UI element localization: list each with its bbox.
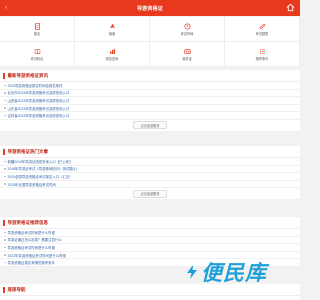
list-item[interactable]: 山西省2023年导游资格考试成绩查询入口 — [0, 97, 300, 105]
nav-label: 指南 — [108, 31, 116, 36]
list-item[interactable]: 2023导游资格证报名时间及报名条件 — [0, 82, 300, 90]
article-link[interactable]: 导游资格证考试时间是什么时候 — [8, 245, 55, 250]
article-link[interactable]: 2020全国导游资格证考试报名入口（汇总） — [8, 174, 73, 179]
article-link[interactable]: 导游证通过怎么挂靠？需要注意什么 — [8, 237, 62, 242]
bullet-icon — [4, 107, 6, 109]
lightning-icon — [187, 265, 197, 279]
list-item[interactable]: 导游证通过怎么挂靠？需要注意什么 — [0, 237, 300, 245]
nav-item-exam-time[interactable]: 考试时间 — [150, 17, 225, 42]
pencil-icon — [259, 23, 265, 29]
section-title-text: 底部导航 — [7, 286, 26, 292]
book-icon — [34, 48, 40, 54]
home-icon[interactable] — [286, 3, 295, 12]
article-link[interactable]: 导游资格证考试时间是什么时候 — [8, 230, 55, 235]
document-icon — [34, 22, 40, 30]
article-link[interactable]: 吉林省2023年导游资格考试成绩查询入口 — [8, 113, 70, 118]
chart-icon — [109, 48, 115, 54]
list-item[interactable]: 吉林省2023年导游资格考试成绩查询入口 — [0, 112, 300, 120]
section-marker — [3, 219, 5, 226]
watermark-logo: 便民库 — [186, 257, 267, 287]
bullet-icon — [4, 92, 6, 94]
section-title: 导游资格证推荐信息 — [0, 217, 300, 229]
section-title-text: 导游资格证推荐信息 — [7, 219, 49, 225]
bullet-icon — [4, 239, 6, 241]
article-link[interactable]: 北京市2023年导游资格考试成绩查询入口 — [8, 90, 70, 95]
list-item[interactable]: 2018年导游证考试《导游基础知识》测试题(1) — [0, 166, 300, 174]
section-marker — [3, 148, 5, 155]
nav-item-subjects[interactable]: 考试科目 — [0, 42, 75, 67]
bullet-icon — [4, 246, 6, 249]
bullet-icon — [4, 231, 6, 234]
list-item[interactable]: 导游资格证考试时间是什么时候 — [0, 229, 300, 237]
nav-label: 成绩查询 — [105, 56, 119, 61]
nav-label: 准考证 — [182, 56, 192, 61]
section-marker — [3, 286, 5, 293]
list-icon — [259, 48, 265, 54]
list-item[interactable]: 导游资格证考试时间是什么时候 — [0, 244, 300, 252]
nav-label: 报名 — [33, 31, 41, 36]
section-title-text: 最新导游资格证资讯 — [7, 72, 49, 78]
bullet-icon — [4, 261, 6, 264]
page-title: 导游资格证 — [136, 5, 163, 12]
list-item[interactable]: 北京市2023年导游资格考试成绩查询入口 — [0, 90, 300, 98]
article-link[interactable]: 2023导游资格证报名时间及报名条件 — [8, 83, 63, 88]
guide-icon — [109, 23, 115, 28]
category-nav: 报名 指南 考试时间 考试题型 考试科目 成绩查询 准考证 报考条件 — [0, 17, 300, 67]
nav-item-admission-ticket[interactable]: 准考证 — [150, 42, 225, 67]
bullet-icon — [4, 160, 6, 163]
bullet-icon — [4, 175, 6, 178]
bullet-icon — [4, 254, 6, 256]
load-more-button[interactable]: 点击加载更多 — [133, 189, 167, 198]
section-marker — [3, 72, 5, 79]
list-item[interactable]: 新疆2018年导游证成绩查询入口【已公布】 — [0, 158, 300, 166]
watermark-text: 便民库 — [201, 261, 267, 285]
nav-item-requirements[interactable]: 报考条件 — [225, 42, 300, 67]
list-item[interactable]: 山东省2023年导游资格考试成绩查询入口 — [0, 105, 300, 113]
nav-item-score-query[interactable]: 成绩查询 — [75, 42, 150, 67]
section-title-text: 导游资格证热门文章 — [7, 148, 49, 154]
section-title: 导游资格证热门文章 — [0, 146, 300, 158]
load-more-button[interactable]: 点击加载更多 — [133, 121, 167, 130]
card-icon — [183, 48, 191, 54]
list-item[interactable]: 2019年全国导游资格证考试时间 — [0, 181, 300, 189]
article-link[interactable]: 山西省2023年导游资格考试成绩查询入口 — [8, 98, 70, 103]
section-title: 最新导游资格证资讯 — [0, 70, 300, 82]
nav-item-question-types[interactable]: 考试题型 — [225, 17, 300, 42]
bullet-icon — [4, 183, 6, 185]
list-item[interactable]: 2020全国导游资格证考试报名入口（汇总） — [0, 173, 300, 181]
nav-label: 报考条件 — [255, 56, 269, 61]
load-more-area: 点击加载更多 — [0, 120, 300, 131]
top-header: ‹ 导游资格证 — [0, 0, 300, 16]
nav-label: 考试科目 — [30, 56, 44, 61]
nav-label: 考试题型 — [255, 31, 269, 36]
bullet-icon — [4, 168, 6, 170]
article-link[interactable]: 2022年导游资格证考试时间是什么时候 — [8, 253, 66, 258]
nav-label: 考试时间 — [180, 31, 194, 36]
nav-item-registration[interactable]: 报名 — [0, 17, 75, 42]
bullet-icon — [4, 99, 6, 102]
article-link[interactable]: 山东省2023年导游资格考试成绩查询入口 — [8, 106, 70, 111]
latest-news-section: 最新导游资格证资讯 2023导游资格证报名时间及报名条件 北京市2023年导游资… — [0, 70, 300, 131]
back-button[interactable]: ‹ — [5, 4, 7, 12]
article-link[interactable]: 2019年全国导游资格证考试时间 — [8, 182, 56, 187]
bullet-icon — [4, 84, 6, 87]
article-link[interactable]: 导游资格证报名有哪些报考条件 — [8, 260, 55, 265]
clock-icon — [183, 22, 191, 30]
bullet-icon — [4, 114, 6, 117]
load-more-area: 点击加载更多 — [0, 188, 300, 199]
nav-item-guide[interactable]: 指南 — [75, 17, 150, 42]
article-link[interactable]: 新疆2018年导游证成绩查询入口【已公布】 — [8, 159, 73, 164]
hot-articles-section: 导游资格证热门文章 新疆2018年导游证成绩查询入口【已公布】 2018年导游证… — [0, 146, 300, 200]
article-link[interactable]: 2018年导游证考试《导游基础知识》测试题(1) — [8, 166, 77, 171]
